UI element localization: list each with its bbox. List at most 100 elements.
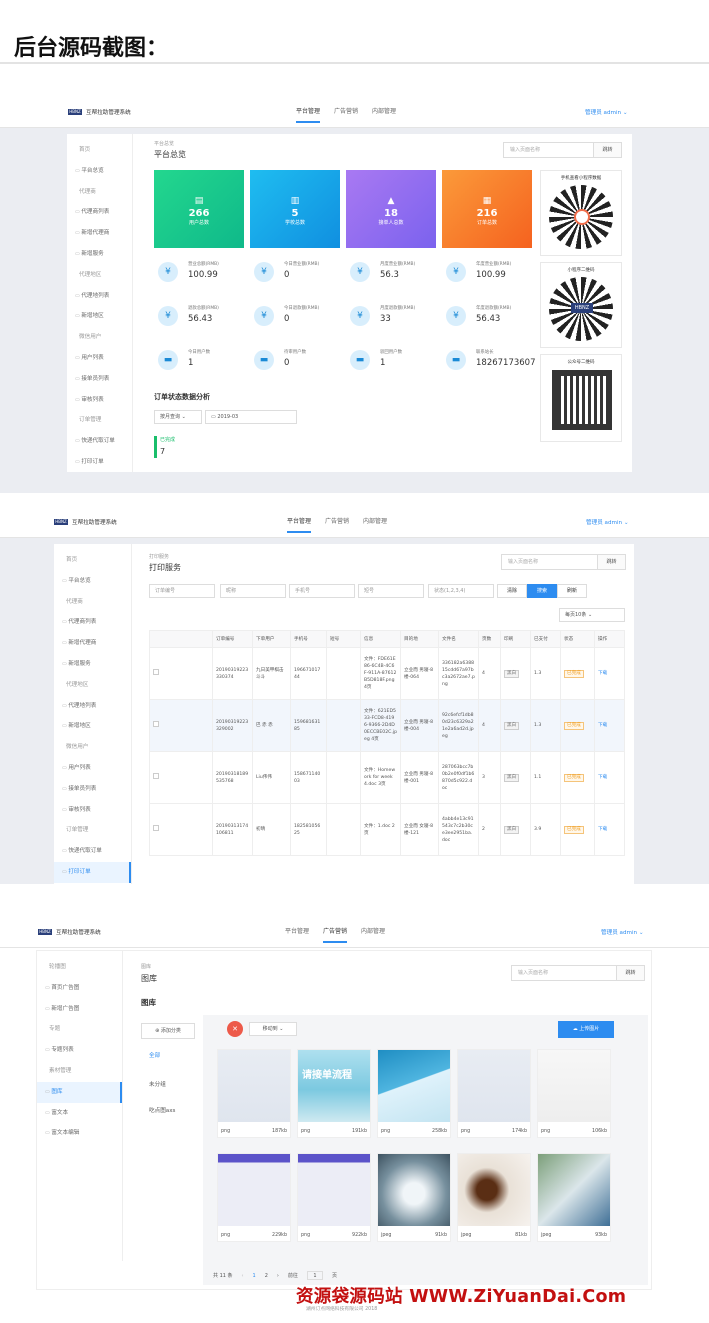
- download-link[interactable]: 下载: [598, 671, 607, 676]
- clear-button[interactable]: 清除: [497, 584, 527, 598]
- user-menu[interactable]: 管理员 admin ⌄: [586, 518, 629, 526]
- short-no-filter[interactable]: 短号: [358, 584, 424, 598]
- image-thumb[interactable]: 请接单流程 png 191kb: [297, 1049, 371, 1138]
- chevron-down-icon: ⌄: [623, 520, 629, 526]
- trash-icon[interactable]: ✕: [227, 1021, 243, 1037]
- prev-page-icon[interactable]: ‹: [242, 1273, 244, 1279]
- row-checkbox[interactable]: [153, 825, 159, 831]
- row-checkbox[interactable]: [153, 773, 159, 779]
- nav-platform[interactable]: 平台管理: [296, 106, 321, 123]
- sidebar-item[interactable]: 富文本: [37, 1103, 122, 1124]
- nav-ads[interactable]: 广告营销: [334, 106, 358, 123]
- page-search-input[interactable]: 输入页面名称: [504, 143, 593, 157]
- select-cell: [149, 699, 213, 752]
- row-checkbox[interactable]: [153, 669, 159, 675]
- sidebar-item[interactable]: 打印订单: [54, 861, 131, 883]
- table-cell: 4: [478, 699, 501, 752]
- phone-filter[interactable]: 手机号: [289, 584, 355, 598]
- sidebar-item[interactable]: 代理地列表: [67, 286, 132, 307]
- sidebar-item[interactable]: 审核列表: [67, 390, 132, 411]
- nav-ads[interactable]: 广告营销: [325, 516, 349, 533]
- nav-platform[interactable]: 平台管理: [287, 516, 312, 533]
- user-menu[interactable]: 管理员 admin ⌄: [585, 108, 628, 116]
- sidebar-item[interactable]: 新增广告图: [37, 999, 122, 1020]
- query-select[interactable]: 按月查询 ⌄: [154, 410, 202, 424]
- jump-button[interactable]: 跳转: [616, 966, 644, 980]
- month-picker[interactable]: ▭ 2019-03: [205, 410, 297, 424]
- sidebar-item[interactable]: 代理商列表: [54, 612, 131, 633]
- sidebar-item[interactable]: 平台总览: [67, 161, 132, 182]
- jump-button[interactable]: 跳转: [593, 143, 621, 157]
- next-page-icon[interactable]: ›: [277, 1273, 279, 1279]
- page-2[interactable]: 2: [265, 1273, 268, 1279]
- image-size: 81kb: [515, 1233, 527, 1238]
- upload-button[interactable]: ☁ 上传图片: [558, 1021, 614, 1038]
- nav-platform[interactable]: 平台管理: [285, 926, 309, 943]
- page-size-select[interactable]: 每页10条 ⌄: [559, 608, 625, 622]
- page-search-input[interactable]: 输入页面名称: [502, 555, 597, 569]
- sidebar-item[interactable]: 新增地区: [54, 716, 131, 737]
- image-thumb[interactable]: png 229kb: [217, 1153, 291, 1242]
- user-menu[interactable]: 管理员 admin ⌄: [601, 928, 644, 936]
- refresh-button[interactable]: 刷新: [557, 584, 587, 598]
- sidebar-item[interactable]: 接单员列表: [67, 369, 132, 390]
- sidebar-item[interactable]: 新增代理商: [67, 223, 132, 244]
- sidebar-item[interactable]: 富文本编辑: [37, 1123, 122, 1144]
- category-ungrouped[interactable]: 未分组: [149, 1080, 166, 1088]
- download-link[interactable]: 下载: [598, 775, 607, 780]
- nav-internal[interactable]: 内部管理: [372, 106, 396, 123]
- nav-internal[interactable]: 内部管理: [363, 516, 387, 533]
- order-no-filter[interactable]: 订单编号: [149, 584, 215, 598]
- sidebar-item[interactable]: 首页广告图: [37, 978, 122, 999]
- download-link[interactable]: 下载: [598, 723, 607, 728]
- row-checkbox[interactable]: [153, 721, 159, 727]
- image-thumb[interactable]: jpeg 81kb: [457, 1153, 531, 1242]
- image-thumb[interactable]: png 106kb: [537, 1049, 611, 1138]
- sidebar-item[interactable]: 接单员列表: [54, 779, 131, 800]
- sidebar-item[interactable]: 用户列表: [67, 348, 132, 369]
- category-all[interactable]: 全部: [149, 1051, 160, 1059]
- page-1[interactable]: 1: [253, 1273, 256, 1279]
- image-thumb[interactable]: png 258kb: [377, 1049, 451, 1138]
- search-button[interactable]: 搜索: [527, 584, 557, 598]
- sidebar-item[interactable]: 新增代理商: [54, 633, 131, 654]
- image-thumb[interactable]: png 187kb: [217, 1049, 291, 1138]
- goto-input[interactable]: 1: [306, 1271, 323, 1280]
- sidebar-item[interactable]: 快递代取订单: [54, 841, 131, 862]
- sidebar-item[interactable]: 打印订单: [67, 452, 132, 473]
- sidebar-item[interactable]: 平台总览: [54, 571, 131, 592]
- sidebar-item[interactable]: 图库: [37, 1081, 122, 1103]
- qr-title: 手机查看小程序数据: [560, 176, 602, 181]
- add-category-button[interactable]: ⊕ 添加分类: [141, 1023, 195, 1039]
- move-to-select[interactable]: 移动到 ⌄: [249, 1022, 297, 1036]
- sidebar-item[interactable]: 新增服务: [67, 244, 132, 265]
- stat-value: 0: [284, 314, 290, 324]
- sidebar-item[interactable]: 专题列表: [37, 1040, 122, 1061]
- sidebar-item[interactable]: 新增地区: [67, 306, 132, 327]
- page-search-input[interactable]: 输入页面名称: [512, 966, 616, 980]
- column-header: 短号: [326, 630, 361, 648]
- sidebar-item[interactable]: 用户列表: [54, 758, 131, 779]
- category-custom[interactable]: 吃点图axs: [149, 1106, 175, 1114]
- table-cell: 20190313174106811: [212, 803, 253, 856]
- done-label: 已完成: [160, 437, 176, 443]
- sidebar-item[interactable]: 代理商列表: [67, 202, 132, 223]
- nav-ads[interactable]: 广告营销: [323, 926, 348, 943]
- status-tag: 已完成: [564, 669, 584, 678]
- sidebar-item[interactable]: 新增服务: [54, 654, 131, 675]
- image-thumb[interactable]: jpeg 93kb: [537, 1153, 611, 1242]
- nickname-filter[interactable]: 昵称: [220, 584, 286, 598]
- sidebar-item[interactable]: 审核列表: [54, 800, 131, 821]
- status-filter[interactable]: 状态(1,2,3,4): [428, 584, 494, 598]
- stat-value: 56.3: [380, 270, 399, 280]
- image-thumb[interactable]: png 922kb: [297, 1153, 371, 1242]
- yen-icon: ¥: [446, 262, 466, 282]
- sidebar-item[interactable]: 代理地列表: [54, 696, 131, 717]
- sidebar-item[interactable]: 快递代取订单: [67, 431, 132, 452]
- table-row: 20190318189535768 Liu伟伟 15867114003 文件：Home…: [149, 751, 625, 804]
- image-thumb[interactable]: png 174kb: [457, 1049, 531, 1138]
- download-link[interactable]: 下载: [598, 827, 607, 832]
- jump-button[interactable]: 跳转: [597, 555, 625, 569]
- image-thumb[interactable]: jpeg 91kb: [377, 1153, 451, 1242]
- nav-internal[interactable]: 内部管理: [361, 926, 385, 943]
